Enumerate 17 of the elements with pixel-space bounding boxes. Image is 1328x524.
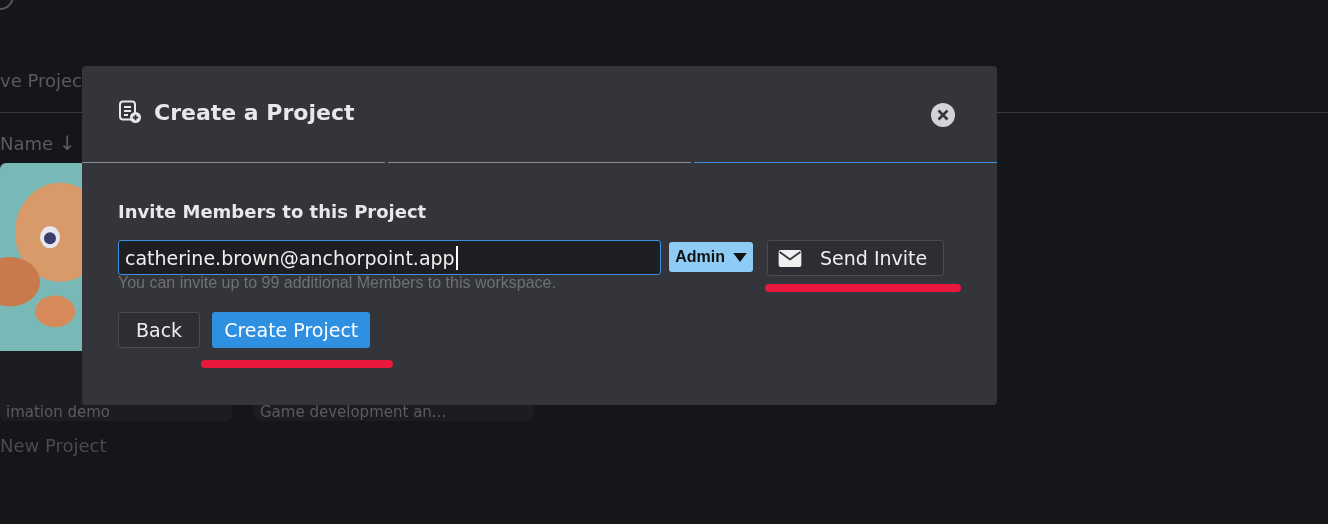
back-button[interactable]: Back (118, 312, 201, 348)
dialog-title: Create a Project (154, 99, 356, 125)
sort-label[interactable]: Name (0, 132, 54, 154)
tab-label[interactable]: ve Projec (0, 70, 82, 96)
hint-text: You can invite up to 99 additional Members to this workspace. (118, 274, 556, 292)
document-add-icon (118, 100, 142, 124)
role-dropdown[interactable]: Admin (669, 242, 753, 272)
mail-icon (778, 249, 802, 267)
card-title: Game development an... (259, 403, 448, 421)
email-field[interactable]: catherine.brown@anchorpoint.app (118, 240, 662, 275)
caret-icon (733, 252, 747, 262)
create-project-button[interactable]: Create Project (212, 312, 371, 348)
close-icon[interactable] (931, 103, 955, 127)
section-heading: Invite Members to this Project (118, 201, 428, 222)
card-title: imation demo (5, 403, 111, 421)
sort-arrow[interactable]: ↓ (59, 131, 76, 155)
send-invite-button[interactable]: Send Invite (767, 240, 945, 276)
